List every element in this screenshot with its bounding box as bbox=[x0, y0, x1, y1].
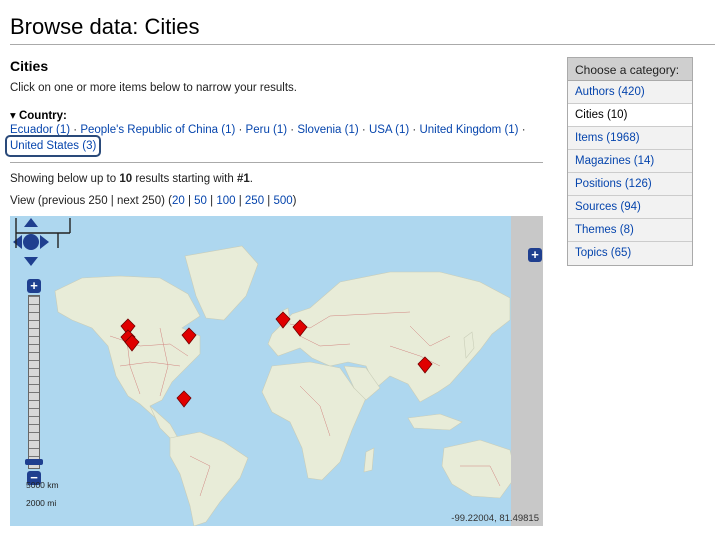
view-limit-500[interactable]: 500 bbox=[273, 195, 292, 207]
showing-prefix: Showing below up to bbox=[10, 173, 120, 185]
category-cities: Cities (10) bbox=[568, 104, 692, 127]
category-positions[interactable]: Positions (126) bbox=[568, 173, 692, 196]
pan-down-icon[interactable] bbox=[24, 257, 38, 266]
category-sources[interactable]: Sources (94) bbox=[568, 196, 692, 219]
showing-count: 10 bbox=[119, 173, 133, 185]
view-limit-50[interactable]: 50 bbox=[194, 195, 207, 207]
view-suffix: ) bbox=[292, 195, 297, 207]
facet-value-slovenia[interactable]: Slovenia (1) bbox=[297, 124, 358, 136]
page-title: Browse data: Cities bbox=[10, 14, 200, 39]
land-central-america bbox=[149, 405, 179, 441]
facet-value-united-kingdom[interactable]: United Kingdom (1) bbox=[419, 124, 518, 136]
map-marker[interactable] bbox=[176, 390, 192, 408]
facet-separator: · bbox=[287, 124, 298, 136]
title-divider bbox=[10, 44, 715, 45]
scale-bar bbox=[15, 218, 71, 248]
zoom-in-button[interactable]: + bbox=[27, 279, 41, 293]
category-sidebar: Choose a category: Authors (420) Cities … bbox=[567, 57, 693, 266]
view-limit-250[interactable]: 250 bbox=[245, 195, 264, 207]
results-heading: Cities bbox=[10, 58, 49, 74]
facet-separator: · bbox=[518, 124, 526, 136]
facet-separator: · bbox=[235, 124, 246, 136]
land-south-america bbox=[169, 431, 249, 526]
category-topics[interactable]: Topics (65) bbox=[568, 242, 692, 265]
showing-middle: results starting with bbox=[132, 173, 237, 185]
facet-value-china[interactable]: People's Republic of China (1) bbox=[80, 124, 235, 136]
category-themes[interactable]: Themes (8) bbox=[568, 219, 692, 242]
scale-km-label: 5000 km bbox=[26, 480, 59, 490]
category-magazines[interactable]: Magazines (14) bbox=[568, 150, 692, 173]
category-authors[interactable]: Authors (420) bbox=[568, 81, 692, 104]
zoom-slider-handle[interactable] bbox=[25, 459, 43, 465]
map-unloaded-area bbox=[511, 216, 543, 526]
facet-separator: · bbox=[409, 124, 420, 136]
showing-suffix: . bbox=[249, 173, 253, 185]
showing-text: Showing below up to 10 results starting … bbox=[10, 173, 253, 185]
facet-divider bbox=[10, 162, 543, 163]
zoom-slider-track[interactable] bbox=[28, 295, 40, 469]
facet-value-peru[interactable]: Peru (1) bbox=[246, 124, 288, 136]
category-sidebar-header: Choose a category: bbox=[568, 58, 692, 81]
world-map bbox=[54, 245, 517, 526]
results-intro: Click on one or more items below to narr… bbox=[10, 82, 297, 94]
view-limit-line: View (previous 250 | next 250) (20 | 50 … bbox=[10, 195, 297, 207]
category-items[interactable]: Items (1968) bbox=[568, 127, 692, 150]
view-limit-20[interactable]: 20 bbox=[172, 195, 185, 207]
facet-separator: · bbox=[358, 124, 369, 136]
facet-value-usa[interactable]: USA (1) bbox=[369, 124, 409, 136]
land-madagascar bbox=[363, 447, 375, 473]
land-indonesia bbox=[407, 413, 463, 431]
map[interactable]: + − + 5000 km 2000 mi -99.22004, 81.4981… bbox=[10, 216, 543, 526]
facet-title-country[interactable]: ▾ Country: bbox=[10, 108, 67, 122]
land-north-america bbox=[54, 275, 201, 429]
scale-mi-label: 2000 mi bbox=[26, 498, 57, 508]
view-prefix: View (previous 250 | next 250) ( bbox=[10, 195, 172, 207]
highlight-box bbox=[5, 135, 101, 157]
view-limit-100[interactable]: 100 bbox=[216, 195, 235, 207]
land-australia bbox=[441, 439, 517, 499]
layer-switcher-plus-icon[interactable]: + bbox=[528, 248, 542, 262]
showing-start: #1 bbox=[236, 173, 250, 185]
mouse-coordinates: -99.22004, 81.49815 bbox=[451, 513, 539, 524]
